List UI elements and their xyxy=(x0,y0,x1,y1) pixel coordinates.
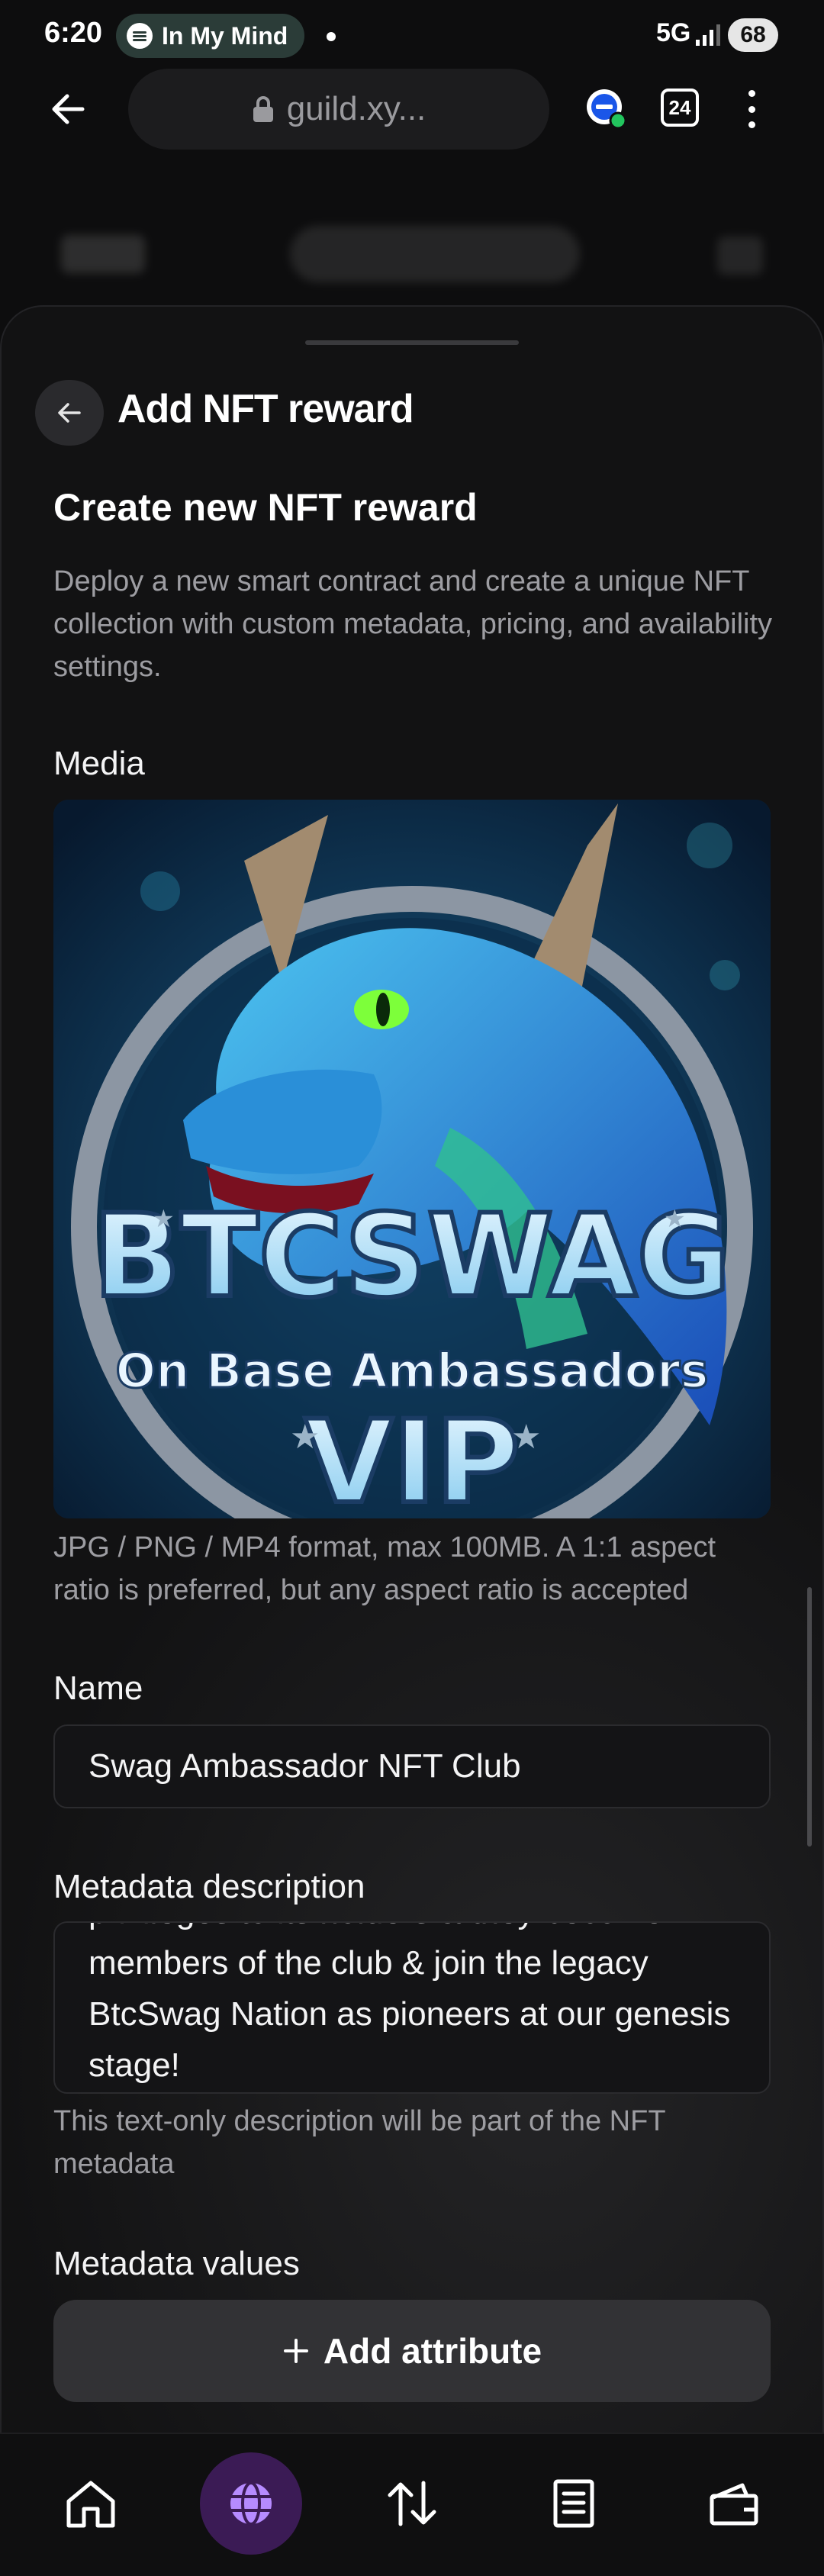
signal-icon xyxy=(696,24,720,46)
add-attribute-label: Add attribute xyxy=(323,2331,542,2371)
globe-icon xyxy=(230,2481,272,2526)
nav-transfer[interactable] xyxy=(378,2469,446,2538)
metadata-values-label: Metadata values xyxy=(53,2245,300,2282)
plus-icon xyxy=(283,2339,308,2363)
metadata-description-label: Metadata description xyxy=(53,1868,365,1905)
sheet-drag-handle[interactable] xyxy=(305,340,519,345)
section-description: Deploy a new smart contract and create a… xyxy=(53,565,773,683)
nft-image: BTCSWAG On Base Ambassadors VIP ★ ★ ★ ★ xyxy=(53,800,771,1518)
spotify-icon xyxy=(127,23,153,49)
metadata-description-textarea[interactable]: privileges to its holders & they become … xyxy=(53,1921,771,2094)
back-arrow-icon xyxy=(58,403,81,423)
add-attribute-button[interactable]: Add attribute xyxy=(53,2300,771,2402)
svg-text:★: ★ xyxy=(153,1205,175,1232)
name-input[interactable]: Swag Ambassador NFT Club xyxy=(53,1724,771,1808)
now-playing-chip[interactable]: In My Mind xyxy=(116,14,305,58)
lock-icon xyxy=(253,96,273,122)
now-playing-label: In My Mind xyxy=(162,21,288,50)
tabs-count-button[interactable]: 24 xyxy=(661,89,699,127)
nav-home[interactable] xyxy=(56,2469,125,2538)
nav-activity[interactable] xyxy=(539,2469,608,2538)
metadata-description-text: privileges to its holders & they become … xyxy=(89,1923,731,2084)
battery-indicator: 68 xyxy=(728,18,778,52)
nft-image-text-brand: BTCSWAG xyxy=(93,1190,730,1323)
extension-status-icon[interactable] xyxy=(584,87,627,130)
name-label: Name xyxy=(53,1670,143,1707)
svg-text:★: ★ xyxy=(511,1418,541,1456)
svg-text:★: ★ xyxy=(664,1205,686,1232)
metadata-description-hint: This text-only description will be part … xyxy=(53,2105,665,2180)
address-bar[interactable]: guild.xy... xyxy=(128,69,549,150)
wallet-icon xyxy=(710,2483,758,2526)
nft-image-text-subtitle: On Base Ambassadors xyxy=(116,1343,709,1399)
sheet-title: Add NFT reward xyxy=(117,387,414,431)
nft-image-text-vip: VIP xyxy=(304,1396,520,1518)
svg-text:★: ★ xyxy=(290,1418,320,1456)
network-type: 5G xyxy=(656,18,691,47)
media-label: Media xyxy=(53,745,145,782)
notification-dot-icon xyxy=(327,32,336,41)
nav-wallet[interactable] xyxy=(700,2469,768,2538)
sheet-back-button[interactable] xyxy=(35,380,104,446)
status-time: 6:20 xyxy=(44,17,103,49)
url-text: guild.xy... xyxy=(286,90,426,127)
more-menu-icon[interactable] xyxy=(744,90,759,128)
media-upload-preview[interactable]: BTCSWAG On Base Ambassadors VIP ★ ★ ★ ★ xyxy=(53,800,771,1518)
background-page-blurred xyxy=(46,221,778,290)
scrollbar[interactable] xyxy=(807,1587,812,1847)
home-icon xyxy=(66,2481,115,2528)
nav-browser[interactable] xyxy=(217,2469,285,2538)
swap-arrows-icon xyxy=(388,2481,436,2526)
section-title: Create new NFT reward xyxy=(53,486,478,529)
back-arrow-icon[interactable] xyxy=(49,90,87,128)
media-hint: JPG / PNG / MP4 format, max 100MB. A 1:1… xyxy=(53,1531,716,1606)
document-list-icon xyxy=(553,2479,594,2528)
